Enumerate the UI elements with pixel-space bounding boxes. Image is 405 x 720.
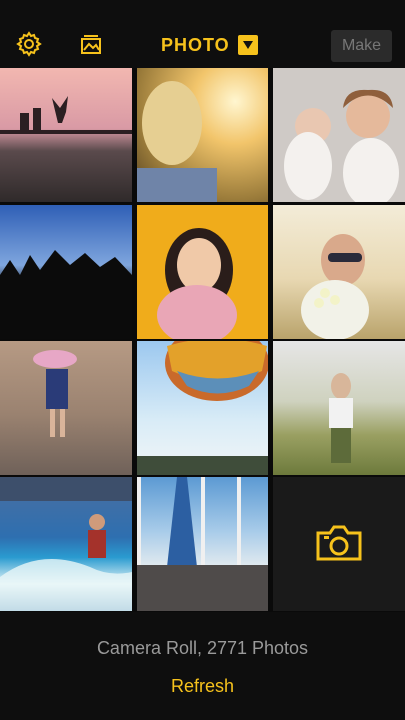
make-button[interactable]: Make xyxy=(331,30,392,62)
camera-icon xyxy=(314,521,364,568)
gear-icon[interactable] xyxy=(15,30,43,58)
photo-thumbnail[interactable] xyxy=(273,68,405,202)
footer: Camera Roll, 2771 Photos Refresh xyxy=(0,612,405,720)
photo-thumbnail[interactable] xyxy=(137,477,268,611)
photo-thumbnail[interactable] xyxy=(137,341,268,475)
photo-thumbnail[interactable] xyxy=(0,477,132,611)
camera-roll-count: Camera Roll, 2771 Photos xyxy=(96,638,309,658)
photo-thumbnail[interactable] xyxy=(137,205,268,339)
camera-tile[interactable] xyxy=(273,477,405,611)
refresh-button[interactable]: Refresh xyxy=(0,676,405,697)
photo-thumbnail[interactable] xyxy=(0,68,132,202)
photo-grid xyxy=(0,68,405,612)
mode-selector[interactable]: PHOTO xyxy=(161,33,258,57)
photo-thumbnail[interactable] xyxy=(0,205,132,339)
chevron-down-icon xyxy=(237,35,258,55)
page-title: PHOTO xyxy=(161,34,230,55)
photo-thumbnail[interactable] xyxy=(137,68,268,202)
top-toolbar: PHOTO Make xyxy=(0,0,405,68)
photo-thumbnail[interactable] xyxy=(0,341,132,475)
photo-thumbnail[interactable] xyxy=(273,205,405,339)
album-icon[interactable] xyxy=(77,30,105,58)
photo-thumbnail[interactable] xyxy=(273,341,405,475)
